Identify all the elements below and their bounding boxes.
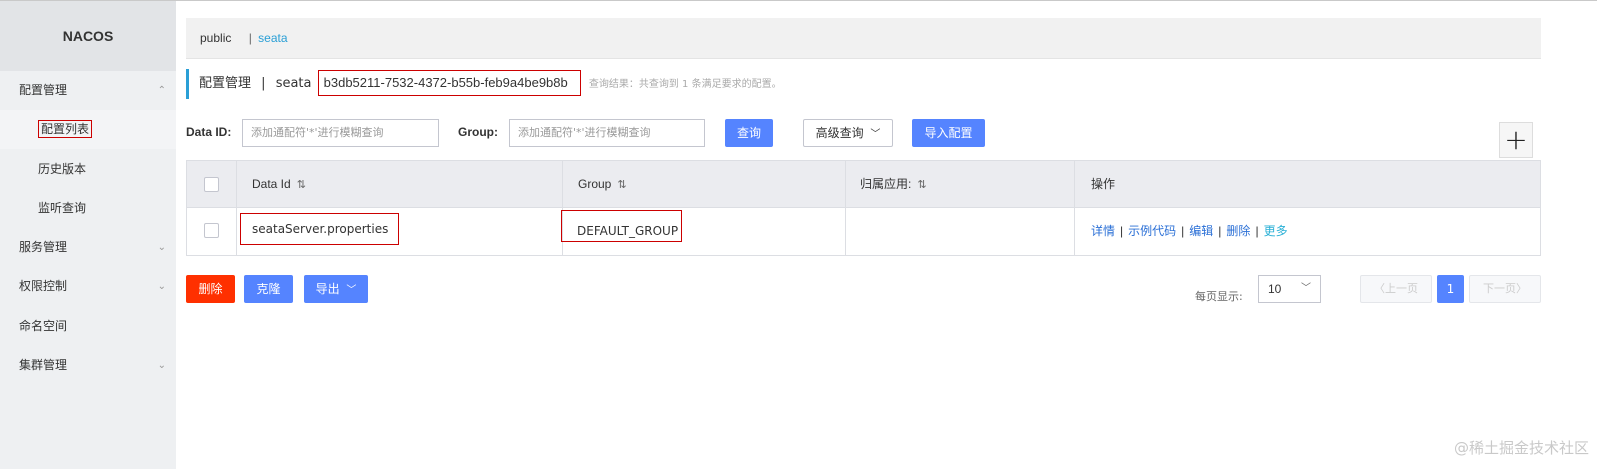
app-frame: NACOS 配置管理 ⌃ 配置列表 历史版本 监听查询 服务管理 ⌄ 权限控制 …: [0, 0, 1597, 469]
next-page-button[interactable]: 下一页〉: [1469, 275, 1541, 303]
chevron-down-icon: ﹀: [1301, 283, 1311, 294]
chevron-down-icon: ﹀: [346, 285, 357, 296]
per-page-label: 每页显示:: [1195, 290, 1243, 303]
sort-icon[interactable]: ⇅: [617, 179, 626, 191]
per-page-value: 10: [1268, 282, 1282, 296]
export-label: 导出: [315, 282, 340, 296]
per-page-select[interactable]: 10 ﹀: [1258, 275, 1321, 303]
column-header-label: Data Id: [252, 177, 291, 191]
sort-icon[interactable]: ⇅: [917, 179, 926, 191]
advanced-query-button[interactable]: 高级查询 ﹀: [803, 119, 893, 147]
namespace-separator: |: [248, 31, 252, 45]
namespace-id: b3db5211-7532-4372-b55b-feb9a4be9b8b: [317, 70, 581, 96]
data-id-label: Data ID:: [186, 125, 232, 139]
sidebar-item-label: 权限控制: [19, 279, 68, 293]
namespace-seata[interactable]: seata: [258, 31, 287, 45]
row-group: DEFAULT_GROUP: [561, 210, 683, 242]
namespace-bar: public | seata: [186, 18, 1541, 59]
sidebar-item-label: 集群管理: [19, 358, 68, 372]
main-content: public | seata 配置管理 | seata b3db5211-753…: [176, 1, 1597, 469]
sidebar-item-label: 服务管理: [19, 240, 68, 254]
chevron-down-icon: ⌄: [157, 242, 166, 253]
column-header-ops: 操作: [1091, 177, 1116, 191]
prev-page-button[interactable]: 〈上一页: [1360, 275, 1432, 303]
column-header-app[interactable]: 归属应用: ⇅: [860, 161, 927, 208]
row-data-id: seataServer.properties: [240, 213, 400, 245]
sidebar-item-label: 配置列表: [38, 120, 93, 138]
column-header-data-id[interactable]: Data Id ⇅: [252, 161, 306, 208]
sort-icon[interactable]: ⇅: [297, 179, 306, 191]
row-checkbox[interactable]: [204, 223, 219, 238]
sample-code-link[interactable]: 示例代码: [1128, 224, 1176, 238]
page-title-separator: |: [261, 76, 266, 91]
edit-link[interactable]: 编辑: [1189, 224, 1213, 238]
sidebar-item-history[interactable]: 历史版本: [0, 150, 176, 189]
column-divider: [845, 161, 846, 255]
advanced-query-label: 高级查询: [815, 126, 864, 140]
sidebar-item-config-list[interactable]: 配置列表: [0, 110, 176, 149]
sidebar-item-label: 命名空间: [19, 319, 68, 333]
chevron-down-icon: ⌄: [157, 281, 166, 292]
sidebar: NACOS 配置管理 ⌃ 配置列表 历史版本 监听查询 服务管理 ⌄ 权限控制 …: [0, 1, 176, 469]
sidebar-item-label: 历史版本: [38, 162, 87, 176]
query-button[interactable]: 查询: [725, 119, 773, 147]
page-1-button[interactable]: 1: [1437, 275, 1464, 303]
sidebar-item-namespace[interactable]: 命名空间: [0, 307, 176, 346]
watermark: @稀土掘金技术社区: [1453, 439, 1589, 457]
group-input[interactable]: 添加通配符'*'进行模糊查询: [509, 119, 705, 147]
config-table: Data Id ⇅ Group ⇅ 归属应用: ⇅ 操作 seataServer.pr…: [186, 160, 1541, 256]
group-label: Group:: [458, 125, 498, 139]
ops-separator: |: [1120, 224, 1124, 238]
namespace-public[interactable]: public: [200, 31, 231, 45]
prev-page-label: 上一页: [1385, 282, 1418, 295]
ops-separator: |: [1181, 224, 1185, 238]
chevron-down-icon: ﹀: [870, 129, 881, 140]
export-button[interactable]: 导出 ﹀: [304, 275, 368, 303]
page-title-section: 配置管理: [199, 76, 252, 91]
next-page-label: 下一页: [1483, 282, 1516, 295]
select-all-checkbox[interactable]: [204, 177, 219, 192]
column-divider: [1074, 161, 1075, 255]
column-header-group[interactable]: Group ⇅: [578, 161, 627, 208]
page-title-namespace: seata: [275, 76, 312, 91]
chevron-right-icon: 〉: [1516, 282, 1527, 295]
data-id-input[interactable]: 添加通配符'*'进行模糊查询: [242, 119, 439, 147]
sidebar-item-cluster-management[interactable]: 集群管理 ⌄: [0, 346, 176, 385]
query-result-text: 查询结果：共查询到 1 条满足要求的配置。: [588, 79, 782, 90]
add-config-button[interactable]: +: [1499, 122, 1533, 158]
more-link[interactable]: 更多: [1264, 224, 1288, 238]
column-divider: [236, 161, 237, 255]
page-title: 配置管理 | seata b3db5211-7532-4372-b55b-feb…: [186, 69, 782, 99]
delete-link[interactable]: 删除: [1226, 224, 1250, 238]
chevron-down-icon: ⌄: [157, 360, 166, 371]
brand-logo: NACOS: [0, 1, 176, 71]
ops-separator: |: [1255, 224, 1259, 238]
clone-button[interactable]: 克隆: [244, 275, 293, 303]
sidebar-item-listener-query[interactable]: 监听查询: [0, 189, 176, 228]
sidebar-item-config-management[interactable]: 配置管理 ⌃: [0, 71, 176, 110]
chevron-left-icon: 〈: [1374, 282, 1385, 295]
column-header-label: 归属应用:: [860, 177, 912, 191]
sidebar-item-label: 监听查询: [38, 201, 87, 215]
row-operations: 详情 | 示例代码 | 编辑 | 删除 | 更多: [1091, 208, 1288, 255]
ops-separator: |: [1218, 224, 1222, 238]
sidebar-item-label: 配置管理: [19, 83, 68, 97]
sidebar-item-service-management[interactable]: 服务管理 ⌄: [0, 228, 176, 267]
import-config-button[interactable]: 导入配置: [912, 119, 985, 147]
bulk-delete-button[interactable]: 删除: [186, 275, 235, 303]
chevron-up-icon: ⌃: [157, 85, 166, 96]
column-header-label: Group: [578, 177, 612, 191]
detail-link[interactable]: 详情: [1091, 224, 1115, 238]
sidebar-item-access-control[interactable]: 权限控制 ⌄: [0, 267, 176, 306]
